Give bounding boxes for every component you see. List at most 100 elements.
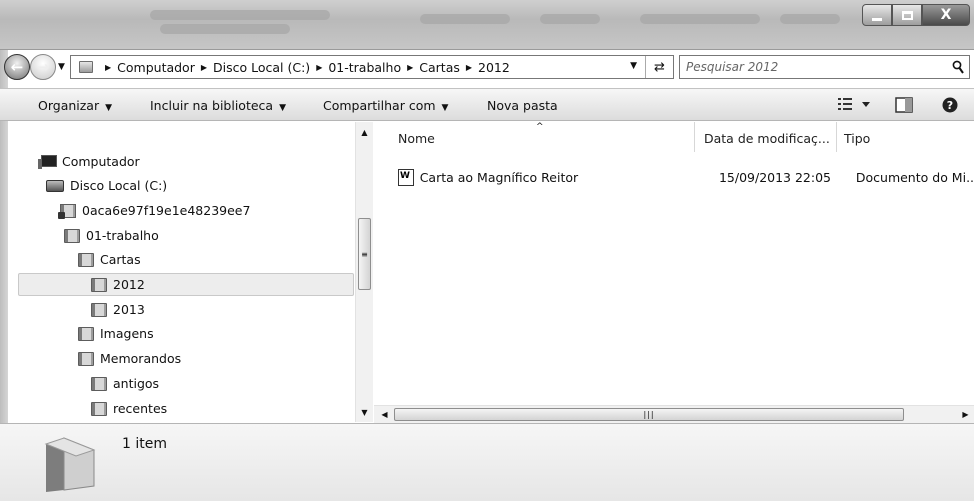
new-folder-label: Nova pasta xyxy=(487,98,558,113)
word-document-icon xyxy=(398,168,414,186)
back-button[interactable]: ← xyxy=(4,54,30,80)
folder-icon xyxy=(64,228,80,243)
chevron-right-icon[interactable]: ▶ xyxy=(316,63,322,72)
minimize-icon xyxy=(872,17,882,21)
folder-icon xyxy=(44,437,96,492)
tree-item-antigos[interactable]: antigos xyxy=(91,372,159,395)
address-dropdown-button[interactable]: ▼ xyxy=(630,61,637,71)
navigation-bar: ← → ▼ ▶ Computador ▶ Disco Local (C:) ▶ … xyxy=(0,54,974,80)
breadcrumb-cartas[interactable]: Cartas xyxy=(419,60,460,75)
locked-folder-icon xyxy=(58,203,76,219)
chevron-right-icon[interactable]: ▶ xyxy=(105,63,111,72)
folder-icon xyxy=(91,401,107,416)
maximize-button[interactable] xyxy=(892,4,922,26)
recent-pages-dropdown[interactable]: ▼ xyxy=(58,62,65,72)
view-list-icon xyxy=(838,98,870,110)
tree-item-label: recentes xyxy=(113,401,168,416)
breadcrumb-01-trabalho[interactable]: 01-trabalho xyxy=(328,60,401,75)
chevron-right-icon[interactable]: ▶ xyxy=(201,63,207,72)
column-divider[interactable] xyxy=(836,122,837,152)
tree-item-label: antigos xyxy=(113,376,160,391)
tree-item-01-trabalho[interactable]: 01-trabalho xyxy=(64,224,159,247)
search-input[interactable] xyxy=(680,56,920,78)
new-folder-button[interactable]: Nova pasta xyxy=(487,98,558,113)
tree-item-label: Computador xyxy=(62,154,140,169)
scroll-up-button[interactable]: ▲ xyxy=(356,124,373,141)
tree-item-2012[interactable]: 2012 xyxy=(18,273,354,296)
tree-item-hidden-folder[interactable]: 0aca6e97f19e1e48239ee7 xyxy=(58,199,251,222)
tree-item-recentes[interactable]: recentes xyxy=(91,397,167,420)
scroll-down-button[interactable]: ▼ xyxy=(356,404,373,421)
tree-item-disco-local[interactable]: Disco Local (C:) xyxy=(46,174,167,197)
folder-icon xyxy=(79,61,93,73)
tree-item-imagens[interactable]: Imagens xyxy=(78,322,154,345)
search-box xyxy=(679,55,970,79)
column-header-name[interactable]: Nome xyxy=(398,131,435,146)
file-modified: 15/09/2013 22:05 xyxy=(718,169,831,185)
help-button[interactable]: ? xyxy=(942,97,958,116)
organize-menu[interactable]: Organizar ▼ xyxy=(38,98,112,113)
navigation-pane: Computador Disco Local (C:) 0aca6e97f19e… xyxy=(18,122,354,422)
tree-item-2013[interactable]: 2013 xyxy=(91,298,145,321)
tree-item-computador[interactable]: Computador xyxy=(38,150,140,173)
refresh-button[interactable]: ⇄ xyxy=(645,56,673,78)
include-library-menu[interactable]: Incluir na biblioteca ▼ xyxy=(150,98,286,113)
breadcrumb-computador[interactable]: Computador xyxy=(117,60,195,75)
item-count: 1 item xyxy=(122,436,167,452)
folder-icon xyxy=(91,302,107,317)
sort-ascending-icon: ^ xyxy=(536,122,544,132)
window-controls: X xyxy=(862,4,970,26)
chevron-down-icon: ▼ xyxy=(441,103,449,113)
breadcrumb-disco-local[interactable]: Disco Local (C:) xyxy=(213,60,310,75)
help-icon: ? xyxy=(942,97,958,113)
minimize-button[interactable] xyxy=(862,4,892,26)
blurred-background xyxy=(150,10,330,20)
tree-item-memorandos[interactable]: Memorandos xyxy=(78,347,181,370)
chevron-right-icon[interactable]: ▶ xyxy=(407,63,413,72)
address-bar[interactable]: ▶ Computador ▶ Disco Local (C:) ▶ 01-tra… xyxy=(70,55,674,79)
change-view-button[interactable] xyxy=(838,97,870,114)
organize-label: Organizar xyxy=(38,98,100,113)
share-with-menu[interactable]: Compartilhar com ▼ xyxy=(323,98,448,113)
chevron-right-icon[interactable]: ▶ xyxy=(466,63,472,72)
title-bar: X xyxy=(0,0,974,50)
scrollbar-thumb[interactable]: ||| xyxy=(394,408,904,421)
scrollbar-thumb[interactable]: ≡ xyxy=(358,218,371,290)
blurred-background xyxy=(420,14,510,24)
preview-pane-button[interactable] xyxy=(895,97,913,116)
maximize-icon xyxy=(901,10,913,20)
share-with-label: Compartilhar com xyxy=(323,98,436,113)
arrow-right-icon: → xyxy=(36,58,50,76)
column-header-date[interactable]: Data de modificaç... xyxy=(704,131,830,146)
tree-scrollbar[interactable]: ▲ ≡ ▼ xyxy=(355,122,373,422)
folder-icon xyxy=(91,376,107,391)
blurred-background xyxy=(160,24,290,34)
search-icon[interactable] xyxy=(952,60,964,74)
tree-item-label: 2013 xyxy=(113,302,145,317)
chevron-down-icon: ▼ xyxy=(105,103,113,113)
tree-item-label: 0aca6e97f19e1e48239ee7 xyxy=(82,203,251,218)
close-button[interactable]: X xyxy=(922,4,970,26)
computer-icon xyxy=(38,154,57,169)
column-header-type[interactable]: Tipo xyxy=(844,131,870,146)
blurred-background xyxy=(640,14,760,24)
close-icon: X xyxy=(940,7,952,23)
folder-icon xyxy=(91,277,107,292)
file-row[interactable]: Carta ao Magnífico Reitor 15/09/2013 22:… xyxy=(398,166,974,188)
column-divider[interactable] xyxy=(694,122,695,152)
folder-icon xyxy=(78,351,94,366)
scroll-right-button[interactable]: ▶ xyxy=(957,406,974,423)
file-list-scrollbar[interactable]: ◀ ||| ▶ xyxy=(374,405,974,423)
breadcrumb-2012[interactable]: 2012 xyxy=(478,60,510,75)
tree-item-cartas[interactable]: Cartas xyxy=(78,248,141,271)
refresh-icon: ⇄ xyxy=(654,59,665,75)
folder-icon xyxy=(78,326,94,341)
tree-item-label: Cartas xyxy=(100,252,141,267)
folder-icon xyxy=(78,252,94,267)
file-type: Documento do Mi... xyxy=(855,169,974,185)
scroll-left-button[interactable]: ◀ xyxy=(376,406,393,423)
drive-icon xyxy=(46,179,64,192)
blurred-background xyxy=(540,14,600,24)
forward-button[interactable]: → xyxy=(30,54,56,80)
command-bar: Organizar ▼ Incluir na biblioteca ▼ Compar… xyxy=(0,88,974,121)
